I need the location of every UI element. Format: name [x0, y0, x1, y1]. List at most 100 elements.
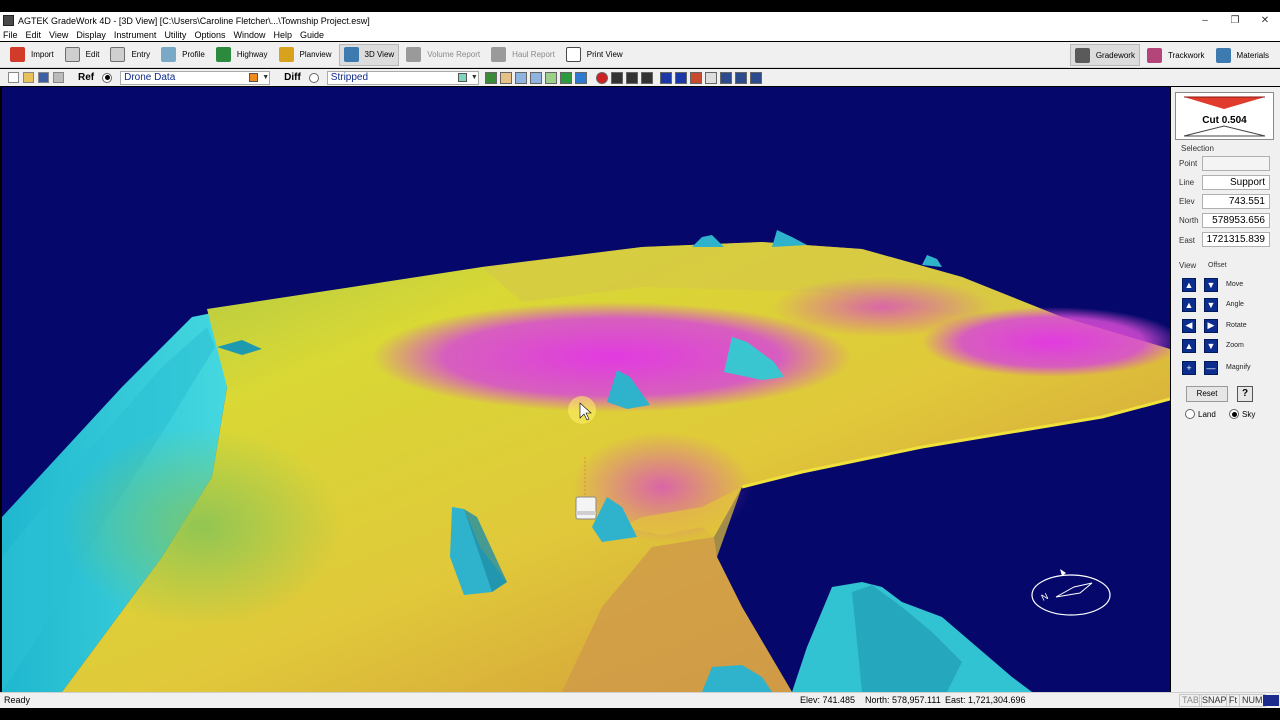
menu-edit[interactable]: Edit [26, 30, 42, 40]
layers-icon[interactable] [544, 71, 557, 84]
high-zone-upper [772, 277, 992, 337]
hand-icon[interactable] [499, 71, 512, 84]
export-icon[interactable] [689, 71, 702, 84]
import-button[interactable]: Import [6, 44, 58, 66]
materials-button[interactable]: Materials [1212, 44, 1273, 66]
save-icon[interactable] [38, 72, 49, 83]
magnify-minus-button[interactable]: — [1204, 360, 1218, 375]
gradework-button[interactable]: Gradework [1069, 44, 1140, 66]
vertical-icon[interactable] [674, 71, 687, 84]
diff-radio[interactable] [308, 72, 319, 83]
east-field[interactable]: 1721315.839 [1202, 232, 1270, 247]
3d-view-icon [343, 47, 359, 62]
line-field[interactable]: Support [1202, 175, 1270, 190]
image-icon[interactable] [704, 71, 717, 84]
record-icon[interactable] [595, 71, 608, 84]
menu-options[interactable]: Options [194, 30, 225, 40]
sky-radio[interactable] [1229, 409, 1239, 419]
move-up-button[interactable]: ▲ [1182, 277, 1196, 292]
elev-field[interactable]: 743.551 [1202, 194, 1270, 209]
ref-surface-select[interactable]: Drone Data ▼ [120, 70, 271, 85]
import-icon [10, 47, 25, 62]
menu-instrument[interactable]: Instrument [114, 30, 157, 40]
settings-icon[interactable] [749, 71, 762, 84]
angle-down-button[interactable]: ▼ [1204, 297, 1218, 312]
compass-icon[interactable]: N [1031, 569, 1111, 616]
zoom-out-button[interactable]: ▼ [1204, 338, 1218, 353]
print-view-button[interactable]: Print View [562, 44, 627, 66]
display-icon[interactable] [719, 71, 732, 84]
highway-button[interactable]: Highway [212, 44, 272, 66]
sky-label: Sky [1242, 409, 1256, 419]
water-drop-icon[interactable] [574, 71, 587, 84]
main-toolbar: Import Edit Entry Profile Highway Planvi… [0, 42, 1280, 68]
ridge-spike-3 [922, 255, 942, 267]
edit-button[interactable]: Edit [61, 44, 104, 66]
line-label: Line [1179, 178, 1195, 187]
open-folder-icon[interactable] [23, 72, 34, 83]
point-field[interactable] [1202, 156, 1270, 171]
selection-title: Selection [1181, 144, 1214, 153]
close-button[interactable]: ✕ [1250, 12, 1280, 29]
menu-window[interactable]: Window [233, 30, 265, 40]
status-north: North: 578,957.111 [865, 695, 941, 705]
planview-label: Planview [299, 50, 332, 59]
menu-utility[interactable]: Utility [164, 30, 186, 40]
entry-icon [110, 47, 126, 62]
auto-icon[interactable] [659, 71, 672, 84]
rotate-left-button[interactable]: ◀ [1182, 318, 1196, 333]
zoom-label: Zoom [1226, 342, 1244, 349]
tab-view[interactable]: View [1179, 261, 1196, 270]
trackwork-label: Trackwork [1167, 50, 1205, 60]
zoom-window-icon[interactable] [529, 71, 542, 84]
sky-option[interactable]: Sky [1229, 409, 1255, 419]
entry-button[interactable]: Entry [106, 44, 154, 66]
status-east: East: 1,721,304.696 [945, 695, 1026, 705]
ref-radio[interactable] [102, 72, 113, 83]
pause-icon[interactable] [625, 71, 638, 84]
planview-button[interactable]: Planview [275, 44, 336, 66]
window-title: AGTEK GradeWork 4D - [3D View] [C:\Users… [18, 15, 370, 26]
gradework-label: Gradework [1095, 50, 1135, 60]
stop-icon[interactable] [640, 71, 653, 84]
volume-report-button[interactable]: Volume Report [402, 44, 484, 66]
3d-viewport[interactable]: N [2, 87, 1170, 692]
restore-button[interactable]: ❐ [1220, 12, 1250, 29]
profile-label: Profile [182, 50, 205, 59]
menu-help[interactable]: Help [273, 30, 292, 40]
print-icon[interactable] [53, 72, 64, 83]
home-icon[interactable] [484, 71, 497, 84]
profile-icon [161, 47, 177, 62]
zoom-in-button[interactable]: ▲ [1182, 338, 1196, 353]
haul-report-button[interactable]: Haul Report [487, 44, 559, 66]
volume-report-icon [406, 47, 422, 62]
north-field[interactable]: 578953.656 [1202, 213, 1270, 228]
rotate-right-button[interactable]: ▶ [1204, 318, 1218, 333]
road-icon[interactable] [734, 71, 747, 84]
reset-button[interactable]: Reset [1186, 386, 1228, 402]
magnify-plus-button[interactable]: + [1182, 360, 1196, 375]
menu-view[interactable]: View [49, 30, 68, 40]
play-icon[interactable] [610, 71, 623, 84]
chevron-down-icon: ▼ [470, 74, 478, 81]
3d-view-button[interactable]: 3D View [338, 43, 400, 66]
land-radio[interactable] [1185, 409, 1195, 419]
tab-offset[interactable]: Offset [1208, 262, 1227, 269]
diff-surface-select[interactable]: Stripped ▼ [326, 70, 479, 85]
profile-button[interactable]: Profile [157, 44, 209, 66]
flag-icon[interactable] [559, 71, 572, 84]
move-down-button[interactable]: ▼ [1204, 277, 1218, 292]
minimize-button[interactable]: – [1190, 12, 1220, 29]
menu-file[interactable]: File [3, 30, 18, 40]
land-option[interactable]: Land [1185, 409, 1216, 419]
zoom-icon[interactable] [514, 71, 527, 84]
new-file-icon[interactable] [8, 72, 19, 83]
menu-display[interactable]: Display [76, 30, 106, 40]
menu-guide[interactable]: Guide [300, 30, 324, 40]
angle-up-button[interactable]: ▲ [1182, 297, 1196, 312]
help-button[interactable]: ? [1237, 386, 1253, 402]
diff-surface-value: Stripped [330, 72, 369, 83]
trackwork-button[interactable]: Trackwork [1143, 44, 1209, 66]
terrain-render: N [2, 230, 1170, 692]
east-label: East [1179, 236, 1196, 245]
